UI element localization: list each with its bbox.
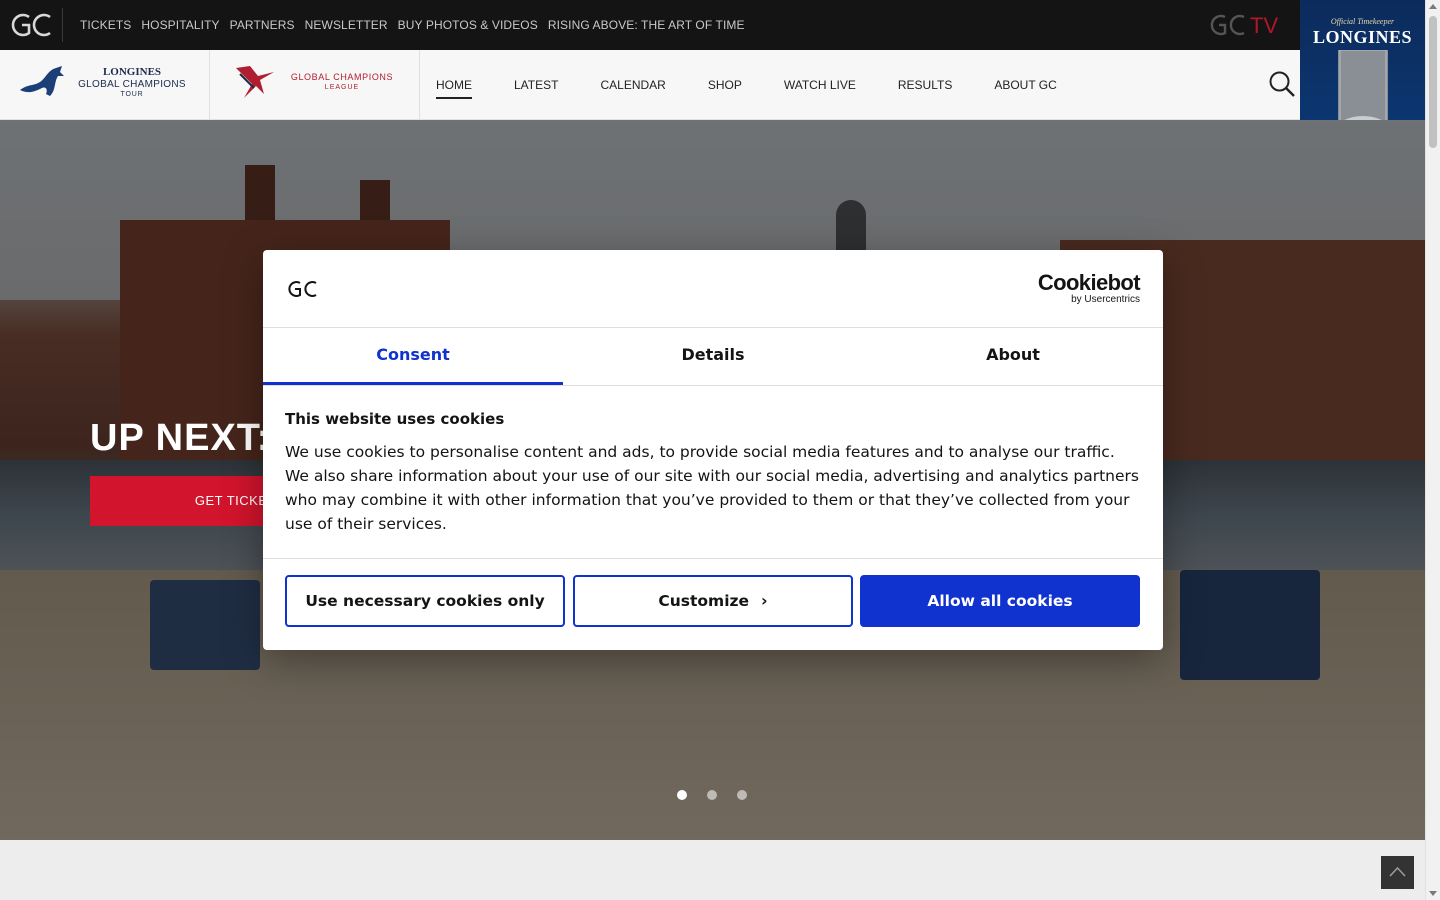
top-link-tickets[interactable]: TICKETS <box>80 18 131 32</box>
dialog-footer: Use necessary cookies only Customize › Al… <box>263 558 1163 650</box>
page: TICKETS HOSPITALITY PARTNERS NEWSLETTER … <box>0 0 1425 900</box>
league-logo[interactable]: GLOBAL CHAMPIONS LEAGUE <box>210 50 420 120</box>
top-link-buy-photos-videos[interactable]: BUY PHOTOS & VIDEOS <box>398 18 538 32</box>
nav-latest[interactable]: LATEST <box>514 78 558 92</box>
page-scrollbar[interactable] <box>1425 0 1440 900</box>
customize-label: Customize <box>658 592 750 610</box>
nav-watch-live[interactable]: WATCH LIVE <box>784 78 856 92</box>
tour-logo-line3: TOUR <box>120 91 144 98</box>
league-mark-icon <box>236 66 274 98</box>
gc-logo-icon <box>288 281 317 297</box>
top-bar: TICKETS HOSPITALITY PARTNERS NEWSLETTER … <box>0 0 1300 50</box>
tour-logo-line2: GLOBAL CHAMPIONS <box>78 79 186 90</box>
back-to-top-button[interactable] <box>1381 856 1414 889</box>
top-nav: TICKETS HOSPITALITY PARTNERS NEWSLETTER … <box>80 0 745 50</box>
league-logo-line2: LEAGUE <box>324 84 360 91</box>
slider-dot-1[interactable] <box>677 790 687 800</box>
gctv-logo-icon[interactable]: TV <box>1208 11 1280 39</box>
league-logo-line1: GLOBAL CHAMPIONS <box>290 72 394 82</box>
dialog-header: Cookiebot by Usercentrics <box>263 250 1163 328</box>
cookiebot-by: by Usercentrics <box>1071 294 1140 305</box>
slider-dot-3[interactable] <box>737 790 747 800</box>
dialog-body: This website uses cookies We use cookies… <box>285 410 1141 536</box>
tour-logo[interactable]: LONGINES GLOBAL CHAMPIONS TOUR <box>0 50 210 120</box>
dialog-tabs: Consent Details About <box>263 328 1163 386</box>
nav-calendar[interactable]: CALENDAR <box>600 78 665 92</box>
topbar-divider <box>62 8 63 42</box>
gc-logo-icon[interactable] <box>8 11 54 39</box>
tab-details[interactable]: Details <box>563 328 863 385</box>
scrollbar-thumb[interactable] <box>1429 16 1437 148</box>
slider-dot-2[interactable] <box>707 790 717 800</box>
ad-brand: LONGINES <box>1312 27 1413 47</box>
main-header: LONGINES GLOBAL CHAMPIONS TOUR GLOBAL CH… <box>0 50 1300 120</box>
cookiebot-logo[interactable]: Cookiebot by Usercentrics <box>1037 270 1141 306</box>
top-link-partners[interactable]: PARTNERS <box>230 18 295 32</box>
customize-button[interactable]: Customize › <box>573 575 853 627</box>
top-link-hospitality[interactable]: HOSPITALITY <box>141 18 219 32</box>
dialog-title: This website uses cookies <box>285 410 505 428</box>
cookie-consent-dialog: Cookiebot by Usercentrics Consent Detail… <box>263 250 1163 650</box>
nav-shop[interactable]: SHOP <box>708 78 742 92</box>
use-necessary-only-button[interactable]: Use necessary cookies only <box>285 575 565 627</box>
tab-about[interactable]: About <box>863 328 1163 385</box>
nav-results[interactable]: RESULTS <box>898 78 952 92</box>
ad-tagline: Official Timekeeper <box>1330 17 1395 26</box>
gctv-label: TV <box>1250 13 1278 38</box>
nav-about-gc[interactable]: ABOUT GC <box>994 78 1056 92</box>
tab-consent[interactable]: Consent <box>263 328 563 385</box>
tour-logo-line1: LONGINES <box>102 66 162 78</box>
main-nav: HOME LATEST CALENDAR SHOP WATCH LIVE RES… <box>436 50 1057 120</box>
slider-dots <box>677 790 747 800</box>
top-link-newsletter[interactable]: NEWSLETTER <box>305 18 388 32</box>
arrow-up-icon <box>1389 866 1406 877</box>
hero-heading: UP NEXT: <box>90 417 271 459</box>
scroll-down-arrow[interactable] <box>1429 891 1437 896</box>
top-link-rising-above[interactable]: RISING ABOVE: THE ART OF TIME <box>548 18 745 32</box>
search-icon[interactable] <box>1268 70 1296 98</box>
chevron-right-icon: › <box>761 591 768 610</box>
cookiebot-name: Cookiebot <box>1037 270 1141 295</box>
content-section <box>0 840 1425 900</box>
horse-icon <box>20 66 64 96</box>
nav-home[interactable]: HOME <box>436 78 472 99</box>
scroll-up-arrow[interactable] <box>1429 4 1437 9</box>
dialog-text: We use cookies to personalise content an… <box>285 443 1139 533</box>
allow-all-button[interactable]: Allow all cookies <box>860 575 1140 627</box>
